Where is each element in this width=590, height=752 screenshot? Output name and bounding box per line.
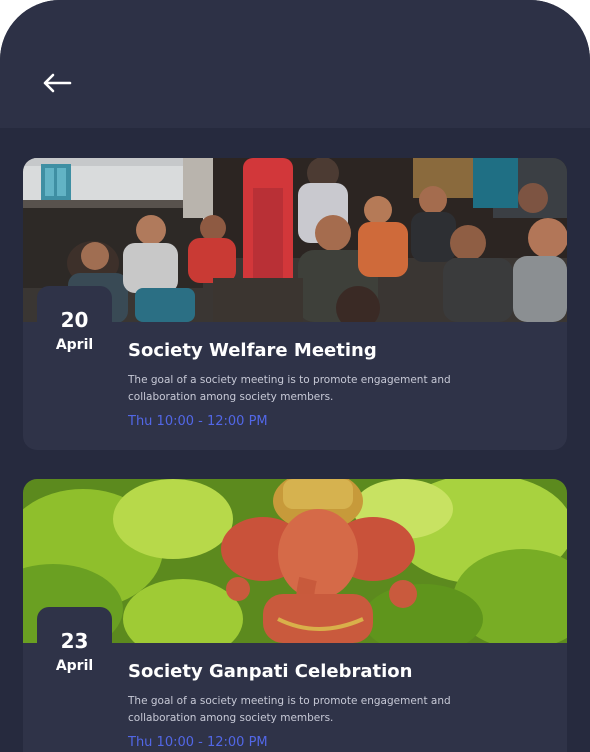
app-bar (0, 0, 590, 128)
event-day: 23 (60, 629, 89, 653)
phone-screen: 20 April Society Welfare Meeting The goa… (0, 0, 590, 752)
event-time: Thu 10:00 - 12:00 PM (128, 414, 268, 429)
event-date-badge: 23 April (37, 607, 112, 697)
event-time: Thu 10:00 - 12:00 PM (128, 735, 268, 750)
back-button[interactable] (40, 66, 74, 100)
event-description: The goal of a society meeting is to prom… (128, 374, 451, 403)
event-title: Society Welfare Meeting (128, 340, 377, 361)
event-month: April (55, 658, 94, 674)
event-month: April (55, 337, 94, 353)
event-date-badge: 20 April (37, 286, 112, 376)
event-card[interactable]: 20 April Society Welfare Meeting The goa… (23, 158, 567, 450)
arrow-left-icon (43, 73, 72, 93)
event-day: 20 (60, 308, 89, 332)
event-card[interactable]: 23 April Society Ganpati Celebration The… (23, 479, 567, 752)
event-title: Society Ganpati Celebration (128, 661, 413, 682)
event-description: The goal of a society meeting is to prom… (128, 695, 451, 724)
